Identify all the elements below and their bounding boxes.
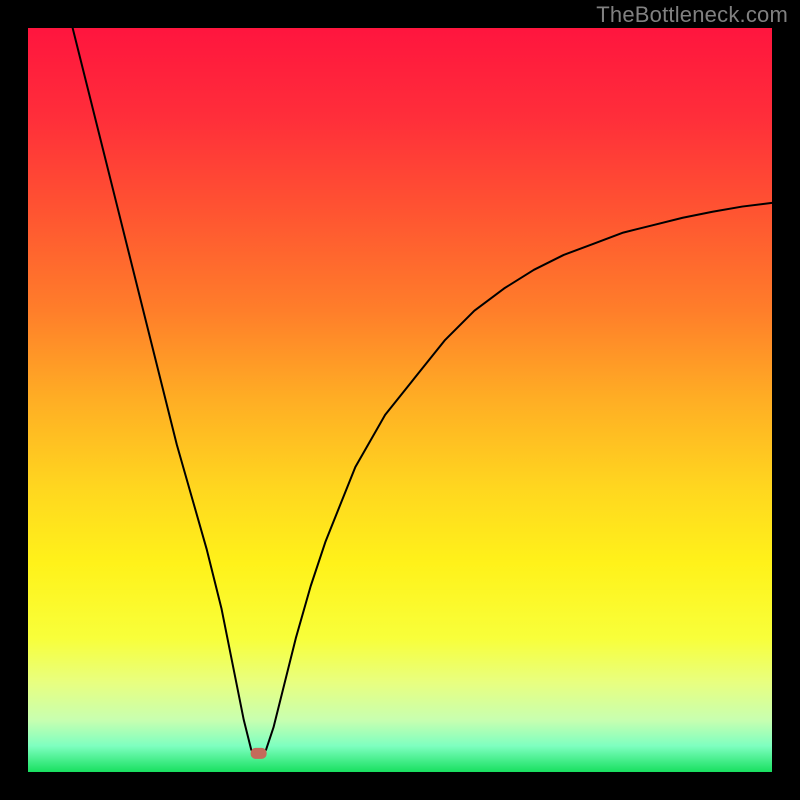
bottleneck-chart — [0, 0, 800, 800]
chart-wrapper: TheBottleneck.com — [0, 0, 800, 800]
watermark-text: TheBottleneck.com — [596, 2, 788, 28]
optimum-marker — [251, 748, 267, 759]
chart-plot-area — [28, 28, 772, 772]
